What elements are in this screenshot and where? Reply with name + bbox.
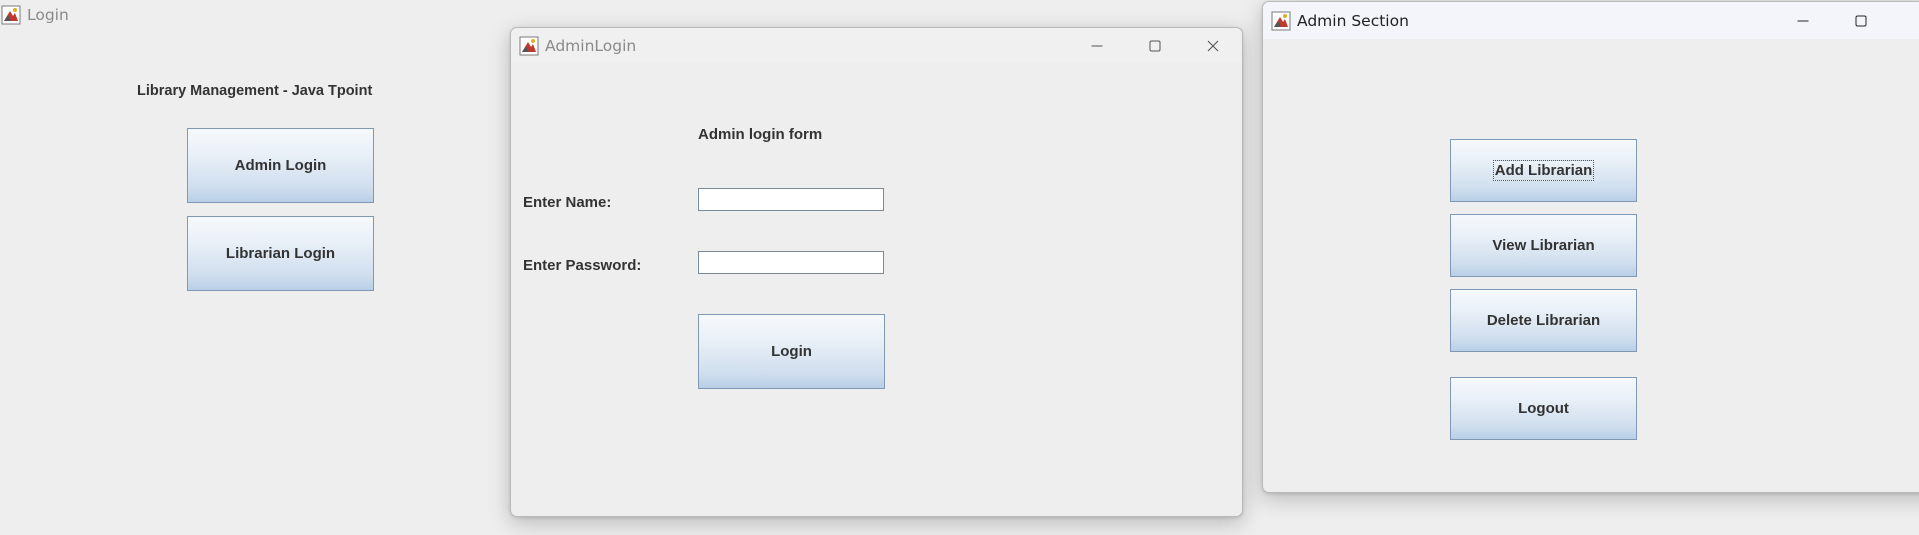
logout-button[interactable]: Logout	[1450, 377, 1637, 440]
admin-login-form-heading: Admin login form	[698, 126, 823, 143]
admin-login-window-title: AdminLogin	[545, 36, 637, 55]
admin-section-titlebar[interactable]: Admin Section	[1263, 2, 1919, 39]
password-field[interactable]	[698, 251, 884, 274]
maximize-icon[interactable]	[1126, 28, 1184, 63]
delete-librarian-button[interactable]: Delete Librarian	[1450, 289, 1637, 352]
login-window: Login Library Management - Java Tpoint A…	[0, 0, 510, 535]
add-librarian-button[interactable]: Add Librarian	[1450, 139, 1637, 202]
java-app-icon	[1, 5, 21, 25]
admin-section-window: Admin Section Add Librarian View Librari…	[1262, 1, 1919, 493]
library-management-heading: Library Management - Java Tpoint	[137, 83, 373, 99]
librarian-login-button[interactable]: Librarian Login	[187, 216, 374, 291]
close-icon[interactable]	[1184, 28, 1242, 63]
java-app-icon	[1271, 11, 1291, 31]
java-app-icon	[519, 36, 539, 56]
maximize-icon[interactable]	[1832, 2, 1890, 39]
enter-name-label: Enter Name:	[523, 194, 612, 211]
minimize-icon[interactable]	[1774, 2, 1832, 39]
admin-section-window-title: Admin Section	[1297, 11, 1409, 30]
add-librarian-label: Add Librarian	[1492, 160, 1595, 181]
name-field[interactable]	[698, 188, 884, 211]
enter-password-label: Enter Password:	[523, 257, 642, 274]
login-titlebar[interactable]: Login	[0, 0, 510, 29]
admin-login-window: AdminLogin Admin login form Enter Name: …	[510, 27, 1243, 517]
admin-login-titlebar[interactable]: AdminLogin	[511, 28, 1242, 63]
view-librarian-button[interactable]: View Librarian	[1450, 214, 1637, 277]
admin-login-button[interactable]: Admin Login	[187, 128, 374, 203]
login-button[interactable]: Login	[698, 314, 885, 389]
minimize-icon[interactable]	[1068, 28, 1126, 63]
login-window-title: Login	[27, 5, 69, 24]
